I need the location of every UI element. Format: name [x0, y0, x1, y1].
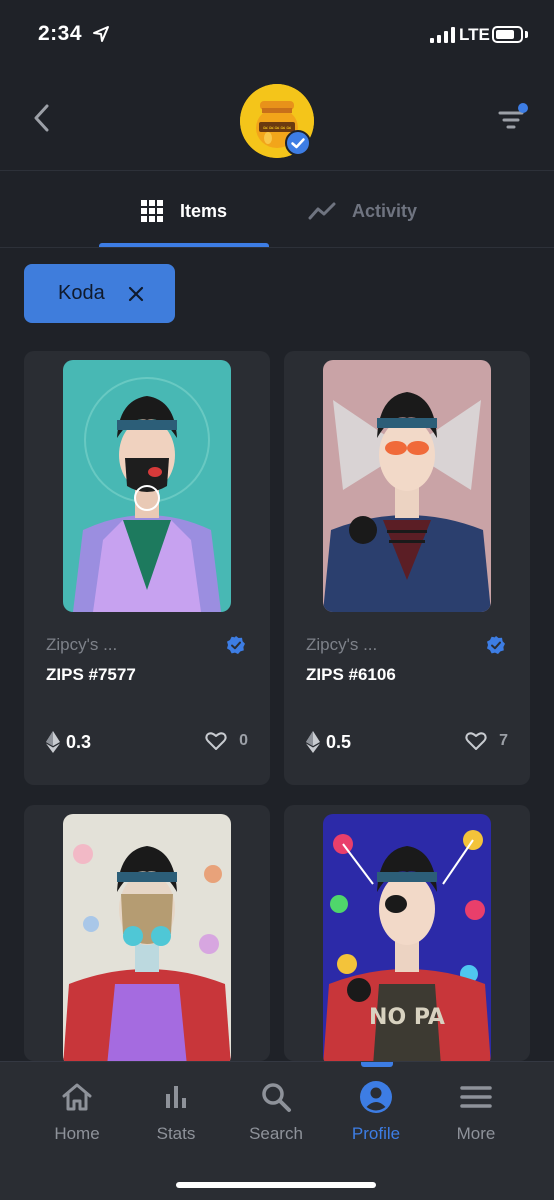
nft-card[interactable]: Zipcy's ... ZIPS #6106 0.5 7 — [284, 351, 530, 785]
menu-icon — [460, 1086, 492, 1108]
like-count: 0 — [239, 732, 248, 749]
nft-image[interactable] — [323, 360, 491, 612]
home-indicator[interactable] — [176, 1182, 376, 1188]
tab-items[interactable]: Items — [140, 194, 227, 228]
filter-chip-label: Koda — [58, 282, 105, 304]
nav-more-label: More — [456, 1124, 496, 1143]
activity-line-icon — [308, 202, 336, 220]
nft-artwork-image — [63, 814, 231, 1061]
heart-icon — [205, 732, 227, 750]
nav-active-indicator — [361, 1062, 393, 1067]
card-title: ZIPS #7577 — [46, 665, 136, 684]
battery-icon — [492, 26, 523, 43]
like-count: 7 — [499, 732, 508, 749]
nft-image[interactable] — [63, 814, 231, 1061]
nft-card[interactable]: Zipcy's ... ZIPS #7577 0.3 0 — [24, 351, 270, 785]
tabs-divider — [0, 247, 554, 248]
chevron-left-icon — [34, 104, 49, 132]
tab-activity[interactable]: Activity — [308, 194, 417, 228]
network-label: LTE — [459, 25, 490, 44]
signal-icon — [430, 27, 455, 43]
nav-profile-label: Profile — [351, 1124, 401, 1143]
stats-icon — [166, 1086, 186, 1108]
like-button[interactable]: 7 — [465, 731, 508, 751]
card-collection-name: Zipcy's ... — [46, 635, 118, 654]
like-button[interactable]: 0 — [205, 731, 248, 751]
nft-image[interactable]: NO PA — [323, 814, 491, 1061]
card-collection-name: Zipcy's ... — [306, 635, 378, 654]
filter-chip-koda[interactable]: Koda — [24, 264, 175, 323]
status-time: 2:34 — [38, 22, 83, 45]
nft-card[interactable]: NO PA — [284, 805, 530, 1061]
tab-bar: Items Activity — [0, 172, 554, 248]
battery-tip — [525, 31, 528, 38]
close-icon[interactable] — [127, 285, 145, 303]
grid-icon — [141, 200, 163, 222]
search-icon — [262, 1083, 291, 1112]
card-price: 0.5 — [326, 731, 352, 752]
ethereum-icon — [306, 731, 320, 753]
verified-badge-icon — [487, 636, 505, 654]
nft-card[interactable] — [24, 805, 270, 1061]
card-price-row: 0.3 — [46, 731, 91, 753]
card-price: 0.3 — [66, 731, 92, 752]
nav-profile[interactable]: Profile — [326, 1080, 426, 1144]
verified-badge-icon — [285, 130, 311, 156]
tab-items-label: Items — [180, 200, 228, 221]
header: ≈≈≈≈≈ — [0, 70, 554, 170]
nav-search-label: Search — [249, 1124, 303, 1143]
filter-button[interactable] — [496, 102, 532, 132]
home-icon — [62, 1083, 92, 1111]
bottom-nav: Home Stats Search Profile More — [0, 1061, 554, 1200]
card-title: ZIPS #6106 — [306, 665, 396, 684]
location-arrow-icon — [93, 26, 109, 42]
status-bar: 2:34 LTE — [0, 0, 554, 70]
nft-artwork-image: NO PA — [323, 814, 491, 1061]
nav-home-label: Home — [54, 1124, 100, 1143]
tab-activity-label: Activity — [352, 200, 418, 221]
profile-icon — [360, 1081, 392, 1113]
ethereum-icon — [46, 731, 60, 753]
header-divider — [0, 170, 554, 171]
back-button[interactable] — [26, 100, 56, 136]
nft-image[interactable] — [63, 360, 231, 612]
verified-badge-icon — [227, 636, 245, 654]
nav-more[interactable]: More — [426, 1080, 526, 1144]
nav-stats-label: Stats — [156, 1124, 196, 1143]
nav-home[interactable]: Home — [27, 1080, 127, 1144]
filter-icon — [498, 103, 528, 129]
nft-artwork-image — [323, 360, 491, 612]
heart-icon — [465, 732, 487, 750]
nav-stats[interactable]: Stats — [126, 1080, 226, 1144]
svg-text:NO PA: NO PA — [369, 1005, 445, 1030]
card-price-row: 0.5 — [306, 731, 351, 753]
nav-search[interactable]: Search — [226, 1080, 326, 1144]
nft-artwork-image — [63, 360, 231, 612]
